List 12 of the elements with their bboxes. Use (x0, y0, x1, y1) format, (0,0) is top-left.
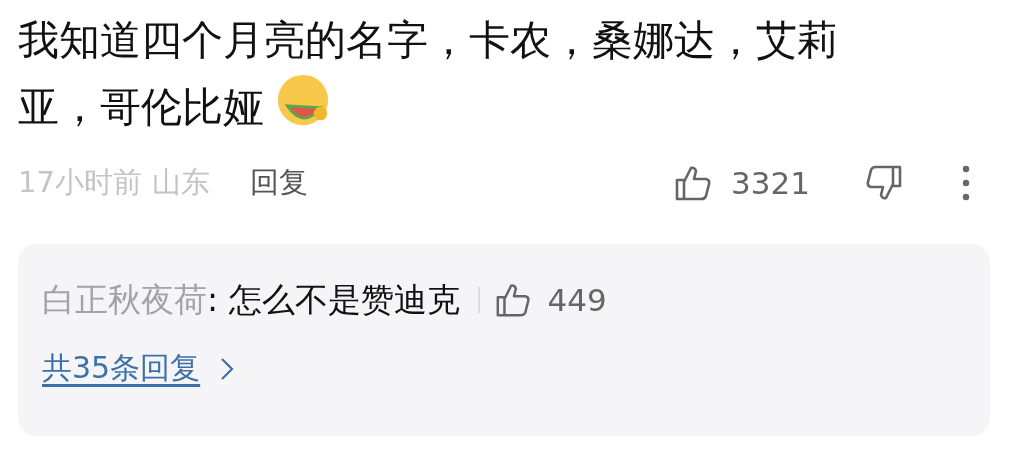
time-text: 17小时前 (18, 164, 142, 201)
comment-text: 我知道四个月亮的名字，卡农，桑娜达，艾莉亚，哥伦比娅 (18, 15, 839, 133)
thumbs-down-icon[interactable] (864, 163, 904, 203)
location-text: 山东 (151, 164, 210, 201)
like-count: 3321 (731, 165, 810, 201)
more-replies-link[interactable]: 共35条回复 (42, 348, 201, 389)
chevron-right-icon[interactable] (220, 356, 235, 381)
reply-text: : 怎么不是赞迪克 (207, 278, 460, 321)
more-icon[interactable] (962, 165, 970, 201)
reply-author[interactable]: 白正秋夜荷 (42, 277, 207, 323)
reply-button[interactable]: 回复 (249, 163, 308, 203)
like-count: 449 (547, 282, 607, 318)
